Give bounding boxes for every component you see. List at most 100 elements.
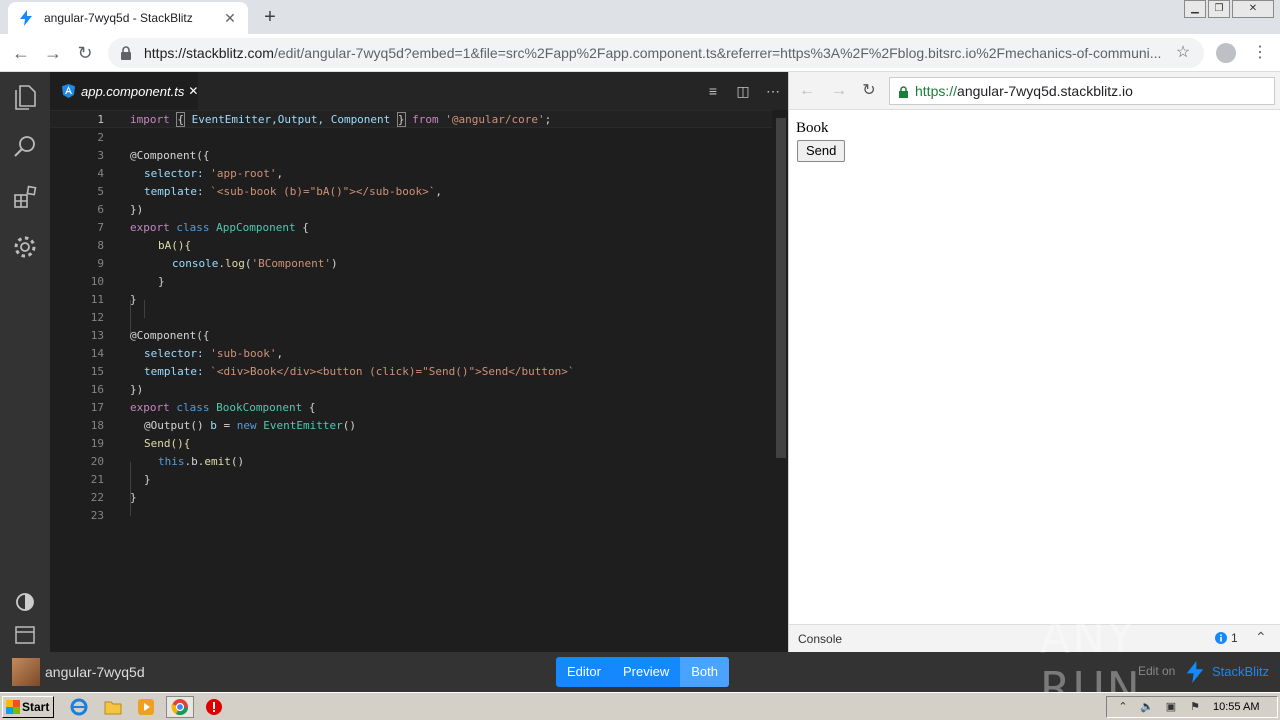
code-line: 7 export class AppComponent { (97, 220, 309, 234)
project-name: angular-7wyq5d (45, 664, 145, 680)
preview-url-scheme: https:// (915, 83, 958, 99)
view-both-button[interactable]: Both (680, 657, 729, 687)
clock[interactable]: 10:55 AM (1213, 701, 1259, 713)
browser-tab[interactable]: angular-7wyq5d - StackBlitz ✕ (8, 2, 248, 34)
preview-lock-icon (898, 85, 910, 98)
editor-scrollbar[interactable] (774, 110, 788, 652)
code-line: 15 template: `<div>Book</div><button (cli… (90, 364, 575, 378)
anyrun-watermark: ANY RUN (1040, 612, 1142, 714)
project-info[interactable]: angular-7wyq5d (12, 658, 145, 686)
preview-url-host: angular-7wyq5d.stackblitz.io (957, 83, 1133, 99)
view-mode-toggle: Editor Preview Both (556, 657, 729, 687)
code-line: 6}) (97, 202, 144, 216)
code-line: 20 this.b.emit() (90, 454, 245, 468)
screen: { "browser": { "tab_title": "angular-7wy… (0, 0, 1280, 720)
editor-tab-app-component[interactable]: app.component.ts ✕ (50, 72, 198, 110)
profile-avatar-icon[interactable] (1216, 43, 1236, 63)
stop-sign-icon[interactable] (205, 698, 223, 716)
code-line: 14 selector: 'sub-book', (90, 346, 284, 360)
search-icon[interactable] (11, 133, 39, 161)
system-tray: ⌃ 🔈 ▣ ⚑ 10:55 AM (1106, 696, 1278, 718)
tray-expand-icon[interactable]: ⌃ (1116, 700, 1130, 714)
preview-forward-icon[interactable]: → (829, 81, 849, 101)
activity-bar (0, 72, 50, 652)
code-line: 10} (90, 274, 165, 288)
send-button[interactable]: Send (797, 140, 846, 162)
preview-pane: ← → ↻ https://angular-7wyq5d.stackblitz.… (788, 72, 1280, 652)
code-line: 9 console.log('BComponent') (97, 256, 338, 270)
code-line: 4 selector: 'app-root', (97, 166, 284, 180)
preview-back-icon[interactable]: ← (797, 81, 817, 101)
start-button[interactable]: Start (2, 696, 54, 718)
windows-taskbar: Start ⌃ 🔈 ▣ ⚑ 10:55 AM (0, 692, 1280, 720)
code-line: 8 bA(){ (97, 238, 192, 252)
code-line: 13 @Component({ (90, 328, 210, 342)
console-expand-icon[interactable]: ⌃ (1255, 629, 1267, 646)
action-center-flag-icon[interactable]: ⚑ (1188, 700, 1202, 714)
code-line: 23 (90, 508, 104, 522)
bookmark-star-icon[interactable]: ☆ (1174, 44, 1192, 62)
code-line: 11} (90, 292, 137, 306)
reload-icon[interactable]: ↻ (74, 42, 96, 64)
code-area[interactable]: 1 import { EventEmitter,Output, Component… (50, 110, 772, 652)
book-text: Book (796, 120, 829, 136)
url-host: https://stackblitz.com (144, 45, 274, 61)
code-line: 12 (90, 310, 104, 324)
extensions-icon[interactable] (11, 183, 39, 211)
editor-tab-filename: app.component.ts (81, 83, 185, 99)
view-preview-button[interactable]: Preview (612, 657, 680, 687)
minimize-button[interactable]: ▁ (1184, 0, 1206, 18)
volume-icon[interactable]: 🔈 (1140, 700, 1154, 714)
editor-tab-bar: app.component.ts ✕ ≡ ◫ ⋯ (50, 72, 788, 110)
outline-icon[interactable]: ≡ (704, 82, 722, 100)
more-actions-icon[interactable]: ⋯ (764, 82, 782, 100)
forward-icon[interactable]: → (42, 42, 64, 64)
window-close-button[interactable]: ✕ (1232, 0, 1274, 18)
browser-tab-strip: angular-7wyq5d - StackBlitz ✕ + ▁ ❐ ✕ (0, 0, 1280, 34)
windows-flag-icon (6, 700, 20, 714)
stackblitz-bolt-icon (18, 10, 34, 26)
network-icon[interactable]: ▣ (1164, 700, 1178, 714)
code-line: 22} (90, 490, 137, 504)
code-line: 17 export class BookComponent { (90, 400, 316, 414)
preview-url-bar[interactable]: https://angular-7wyq5d.stackblitz.io (889, 77, 1275, 105)
start-label: Start (22, 700, 50, 714)
code-line: 2 (97, 130, 104, 144)
chrome-taskbar-icon[interactable] (166, 696, 194, 718)
explorer-folder-icon[interactable] (104, 698, 122, 716)
console-label: Console (798, 632, 843, 646)
code-line: 1 import { EventEmitter,Output, Component… (50, 110, 772, 128)
ie-icon[interactable] (70, 698, 88, 716)
tab-title: angular-7wyq5d - StackBlitz (44, 11, 193, 25)
panel-layout-icon[interactable] (11, 621, 39, 649)
code-line: 21} (90, 472, 151, 486)
url-text: https://stackblitz.com/edit/angular-7wyq… (144, 45, 1174, 61)
address-bar[interactable]: https://stackblitz.com/edit/angular-7wyq… (108, 38, 1204, 68)
split-editor-icon[interactable]: ◫ (734, 82, 752, 100)
view-editor-button[interactable]: Editor (556, 657, 612, 687)
browser-toolbar: ← → ↻ https://stackblitz.com/edit/angula… (0, 34, 1280, 72)
editor-tab-close-icon[interactable]: ✕ (188, 84, 198, 98)
scrollbar-thumb[interactable] (776, 118, 786, 458)
code-editor: app.component.ts ✕ ≡ ◫ ⋯ 1 import { Event… (50, 72, 788, 652)
theme-toggle-icon[interactable] (11, 588, 39, 616)
project-avatar (12, 658, 40, 686)
back-icon[interactable]: ← (10, 42, 32, 64)
preview-reload-icon[interactable]: ↻ (859, 81, 879, 101)
url-path: /edit/angular-7wyq5d?embed=1&file=src%2F… (273, 45, 1162, 61)
code-line: 19 Send(){ (90, 436, 191, 450)
code-line: 3 @Component({ (97, 148, 210, 162)
line-number: 1 (97, 112, 104, 126)
code-line: 16}) (90, 382, 144, 396)
tab-close-icon[interactable]: ✕ (222, 10, 238, 26)
preview-toolbar: ← → ↻ https://angular-7wyq5d.stackblitz.… (789, 72, 1280, 110)
new-tab-button[interactable]: + (260, 7, 280, 27)
files-icon[interactable] (11, 84, 39, 112)
browser-menu-icon[interactable]: ⋮ (1252, 42, 1268, 64)
lock-icon (120, 46, 134, 60)
code-line: 18 @Output() b = new EventEmitter() (90, 418, 356, 432)
settings-gear-icon[interactable] (11, 233, 39, 261)
code-line: 5 template: `<sub-book (b)="bA()"></sub-b… (97, 184, 443, 198)
media-player-icon[interactable] (137, 698, 155, 716)
restore-button[interactable]: ❐ (1208, 0, 1230, 18)
